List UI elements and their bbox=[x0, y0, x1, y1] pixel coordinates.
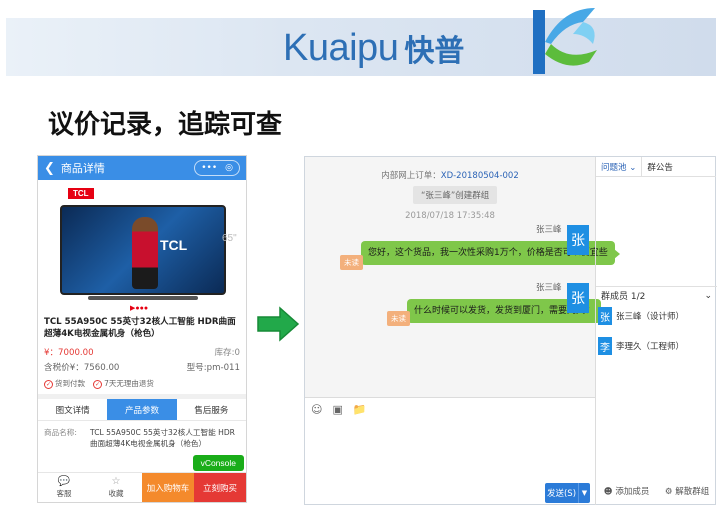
tv-screen: TCL 65" bbox=[60, 205, 237, 295]
avatar: 张 bbox=[598, 307, 612, 325]
star-icon: ☆ bbox=[111, 476, 121, 487]
order-number-link[interactable]: XD-20180504-002 bbox=[441, 171, 519, 181]
tab-group-notice[interactable]: 群公告 bbox=[642, 157, 678, 176]
tax-price: 含税价¥：7560.00 bbox=[44, 363, 120, 373]
back-icon[interactable]: ❮ bbox=[44, 161, 55, 176]
player-figure bbox=[132, 217, 158, 289]
group-created-notice: “张三峰”创建群组 bbox=[413, 186, 498, 204]
mobile-page-title: 商品详情 bbox=[60, 162, 105, 175]
dissolve-icon: ⚙ bbox=[664, 487, 673, 497]
tab-params[interactable]: 产品参数 bbox=[107, 399, 177, 420]
user-icon: ☻ bbox=[603, 487, 613, 497]
tv-stand bbox=[88, 296, 198, 300]
sidebar-actions: ☻ 添加成员 ⚙ 解散群组 bbox=[596, 485, 717, 497]
favorite-label: 收藏 bbox=[108, 489, 124, 498]
vconsole-button[interactable]: vConsole bbox=[192, 455, 244, 471]
right-arrow-icon bbox=[257, 306, 300, 342]
product-price: ¥：7000.00 bbox=[44, 348, 94, 358]
product-tabs: 图文详情 产品参数 售后服务 bbox=[38, 399, 246, 421]
param-label: 商品名称: bbox=[44, 428, 77, 437]
avatar: 李 bbox=[598, 337, 612, 355]
product-name: TCL 55A950C 55英寸32核人工智能 HDR曲面超薄4K电视金属机身（… bbox=[44, 317, 236, 339]
kuaipu-logo-icon bbox=[533, 8, 597, 74]
video-play-icon[interactable]: ▶●●● bbox=[130, 304, 148, 312]
order-reference: 内部网上订单：XD-20180504-002 bbox=[305, 169, 595, 181]
unread-badge: 未读 bbox=[387, 311, 410, 326]
send-button[interactable]: 发送(S) ▼ bbox=[545, 483, 590, 503]
flag-return: 7天无理由退货 bbox=[93, 378, 154, 389]
tab-question-pool[interactable]: 问题池 ⌄ bbox=[596, 157, 643, 176]
service-label: 客服 bbox=[56, 489, 72, 498]
order-prefix: 内部网上订单： bbox=[381, 171, 441, 181]
sidebar-tabs: 问题池 ⌄ 群公告 bbox=[596, 157, 716, 177]
avatar[interactable]: 张 bbox=[567, 283, 589, 313]
tv-screen-brand: TCL bbox=[160, 237, 188, 253]
model-number: 型号:pm-011 bbox=[186, 363, 240, 373]
dissolve-group-button[interactable]: ⚙ 解散群组 bbox=[665, 485, 709, 497]
tab-details[interactable]: 图文详情 bbox=[38, 399, 107, 420]
favorite-button[interactable]: ☆ 收藏 bbox=[90, 473, 142, 502]
brand: Kuaipu 快普 bbox=[283, 22, 464, 74]
unread-badge: 未读 bbox=[340, 255, 363, 270]
add-to-cart-button[interactable]: 加入购物车 bbox=[142, 473, 194, 502]
flag-cod: 货到付款 bbox=[44, 378, 85, 389]
folder-icon[interactable]: 📁 bbox=[353, 404, 367, 415]
service-flags: 货到付款 7天无理由退货 bbox=[38, 373, 246, 399]
brand-name-cn: 快普 bbox=[404, 34, 465, 69]
group-sidebar: 问题池 ⌄ 群公告 群成员 1/2 ⌄ 张 张三峰（设计师） 李 李理久（工程师… bbox=[595, 157, 717, 505]
chevron-down-icon[interactable]: ⌄ bbox=[704, 291, 712, 301]
member-name: 张三峰（设计师） bbox=[616, 312, 685, 322]
product-image: TCL TCL 65" ▶●●● bbox=[38, 180, 246, 312]
avatar[interactable]: 张 bbox=[567, 225, 589, 255]
tab-after-sales[interactable]: 售后服务 bbox=[177, 399, 246, 420]
param-row: 商品名称: TCL 55A950C 55英寸32核人工智能 HDR曲面超薄4K电… bbox=[38, 421, 246, 449]
member-item[interactable]: 张 张三峰（设计师） bbox=[598, 307, 684, 325]
more-icon[interactable]: ••• bbox=[201, 163, 217, 173]
message-area: 内部网上订单：XD-20180504-002 “张三峰”创建群组 2018/07… bbox=[305, 157, 620, 397]
image-icon[interactable]: ▣ bbox=[332, 404, 342, 415]
chevron-down-icon: ⌄ bbox=[629, 163, 637, 173]
slide-title: 议价记录，追踪可查 bbox=[48, 110, 283, 140]
chevron-down-icon[interactable]: ▼ bbox=[578, 483, 590, 503]
send-label[interactable]: 发送(S) bbox=[545, 483, 578, 503]
stock-count: 库存:0 bbox=[214, 348, 240, 358]
add-member-label: 添加成员 bbox=[615, 487, 650, 497]
dissolve-label: 解散群组 bbox=[675, 487, 710, 497]
mobile-bottom-bar: 💬 客服 ☆ 收藏 加入购物车 立刻购买 bbox=[38, 472, 246, 502]
tv-size-label: 65" bbox=[222, 233, 237, 244]
tcl-logo: TCL bbox=[68, 188, 94, 199]
service-button[interactable]: 💬 客服 bbox=[38, 473, 90, 502]
emoji-icon[interactable]: ☺ bbox=[311, 404, 322, 415]
member-item[interactable]: 李 李理久（工程师） bbox=[598, 337, 684, 355]
mini-program-capsule[interactable]: ••• ◎ bbox=[194, 160, 240, 176]
param-value: TCL 55A950C 55英寸32核人工智能 HDR曲面超薄4K电视金属机身（… bbox=[90, 428, 235, 448]
members-header[interactable]: 群成员 1/2 ⌄ bbox=[596, 286, 717, 304]
buy-now-button[interactable]: 立刻购买 bbox=[194, 473, 246, 502]
tab-question-pool-label: 问题池 bbox=[601, 163, 627, 173]
group-chat-window: 内部网上订单：XD-20180504-002 “张三峰”创建群组 2018/07… bbox=[304, 156, 717, 505]
message-timestamp: 2018/07/18 17:35:48 bbox=[405, 211, 495, 221]
mobile-header: ❮ 商品详情 ••• ◎ bbox=[38, 156, 246, 180]
add-member-button[interactable]: ☻ 添加成员 bbox=[604, 485, 650, 497]
member-name: 李理久（工程师） bbox=[616, 342, 685, 352]
members-title: 群成员 1/2 bbox=[601, 292, 646, 302]
message-sender: 张三峰 bbox=[536, 225, 562, 235]
close-target-icon[interactable]: ◎ bbox=[225, 163, 233, 173]
brand-name-en: Kuaipu bbox=[283, 26, 399, 69]
chat-bubble-icon: 💬 bbox=[57, 476, 71, 487]
mobile-product-page: ❮ 商品详情 ••• ◎ TCL TCL 65" ▶●●● TCL 55A950… bbox=[37, 155, 247, 503]
chat-toolbar: ☺ ▣ 📁 bbox=[305, 397, 595, 417]
message-sender: 张三峰 bbox=[536, 283, 562, 293]
